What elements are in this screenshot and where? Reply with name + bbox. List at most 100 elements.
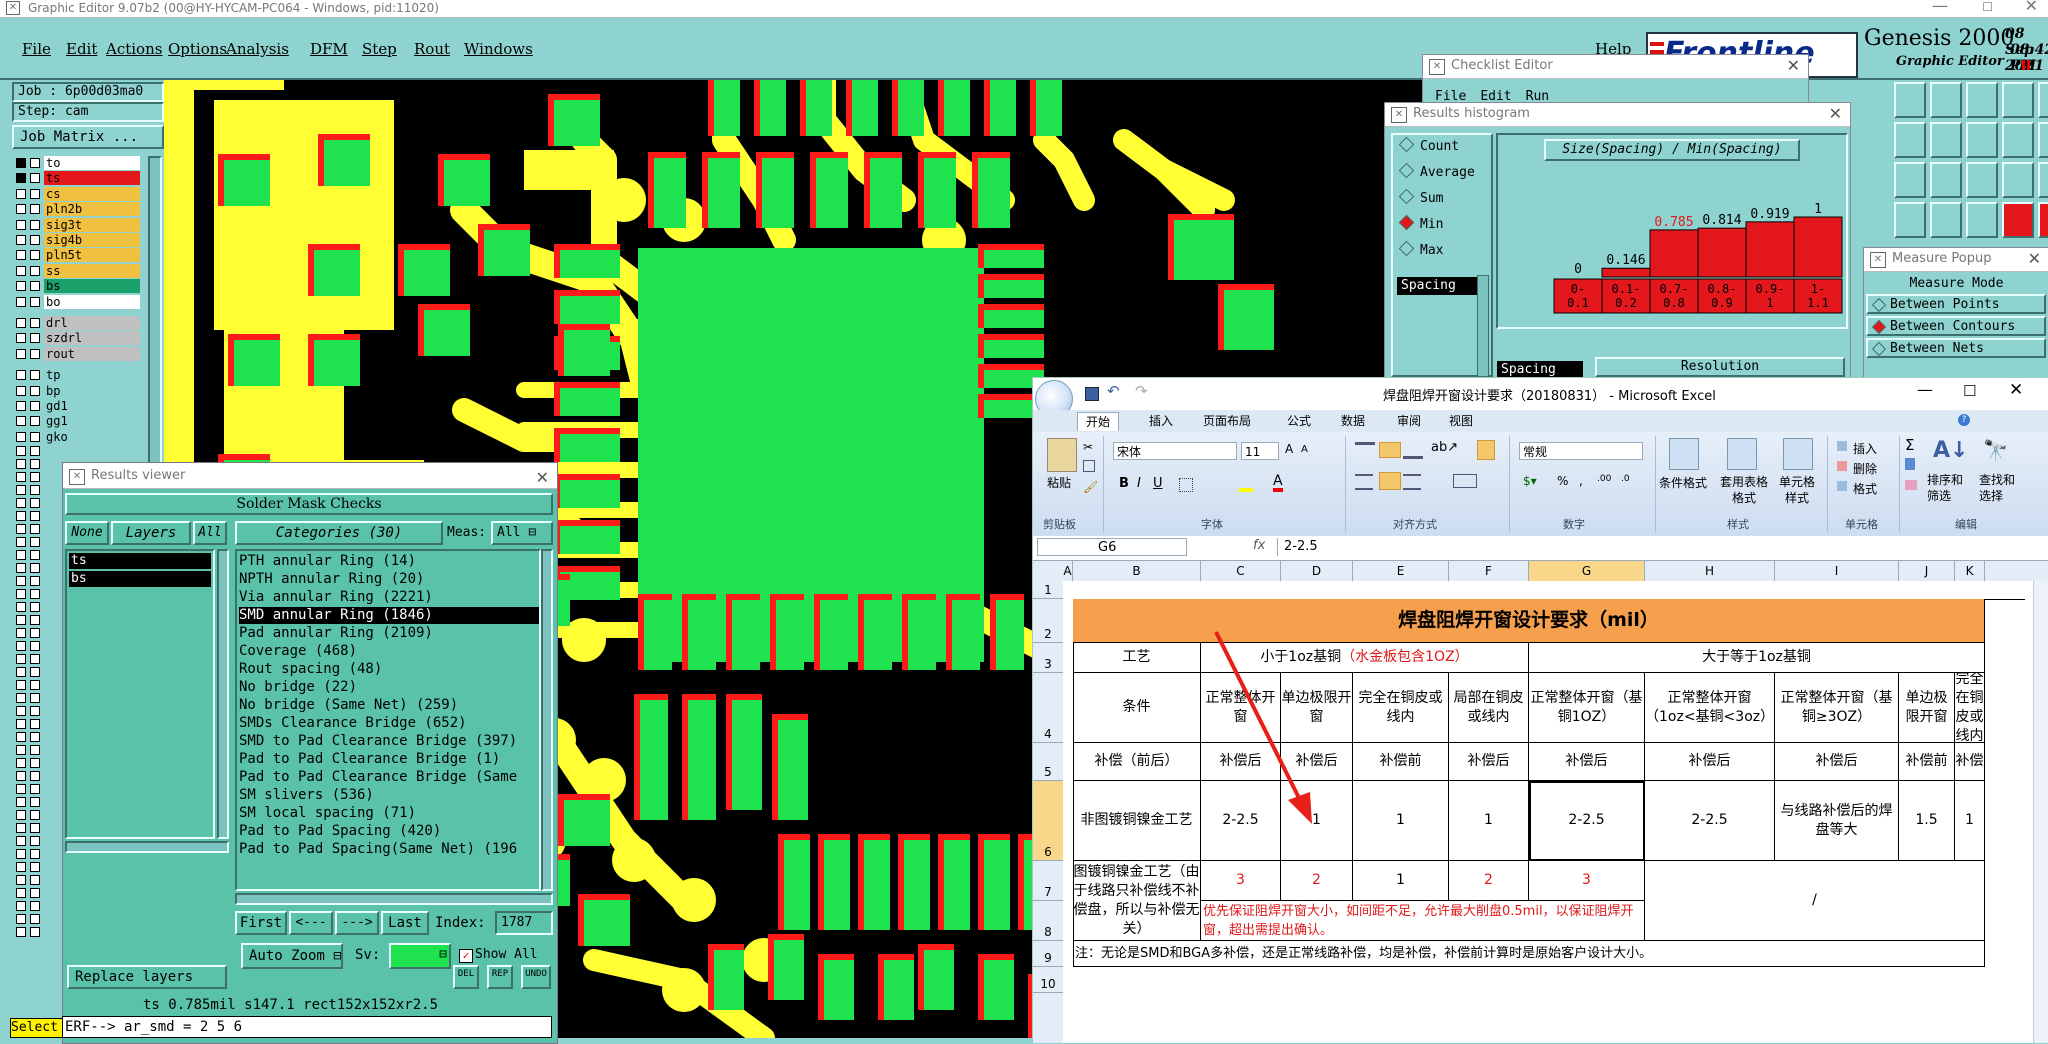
table-format-label[interactable]: 套用表格格式 xyxy=(1719,474,1769,506)
column-header[interactable]: K xyxy=(1955,561,1985,581)
align-center-icon[interactable] xyxy=(1379,472,1401,490)
layer-name[interactable]: rout xyxy=(44,346,140,361)
sort-filter-icon[interactable]: A↓ xyxy=(1933,438,1968,463)
underline-icon[interactable]: U xyxy=(1153,476,1163,491)
sheet-row6-cell[interactable]: 1 xyxy=(1955,781,1985,861)
layer-checkbox[interactable] xyxy=(16,511,26,522)
layer-result-scrollbar[interactable] xyxy=(217,549,229,839)
excel-vscroll[interactable] xyxy=(2033,581,2048,1043)
layer-checkbox[interactable] xyxy=(16,849,26,860)
toolbar-tool-icon[interactable] xyxy=(1966,122,1998,158)
sheet-row7-cell[interactable]: 3 xyxy=(1201,861,1281,901)
toolbar-tool-icon[interactable] xyxy=(1894,202,1926,238)
layer-affected-box[interactable] xyxy=(30,235,40,245)
layer-affected-box[interactable] xyxy=(30,797,40,808)
category-item[interactable]: Coverage (468) xyxy=(239,643,539,660)
layer-checkbox[interactable] xyxy=(16,446,26,457)
layer-affected-box[interactable] xyxy=(30,875,40,886)
layer-checkbox[interactable] xyxy=(16,823,26,834)
menu-file[interactable]: File xyxy=(22,40,51,58)
sheet-condition-header[interactable]: 正常整体开窗（基铜≥3OZ） xyxy=(1775,673,1899,743)
layer-row[interactable]: drl xyxy=(12,316,142,331)
layer-affected-box[interactable] xyxy=(30,732,40,743)
layer-checkbox[interactable] xyxy=(16,693,26,704)
toolbar-tool-icon[interactable] xyxy=(2038,122,2048,158)
layer-checkbox[interactable] xyxy=(16,667,26,678)
fx-icon[interactable]: fx xyxy=(1253,538,1265,553)
layer-row[interactable]: gg1 xyxy=(12,414,142,429)
row-header[interactable]: 1 xyxy=(1033,581,1063,599)
layer-checkbox[interactable] xyxy=(16,537,26,548)
layer-row[interactable]: bp xyxy=(12,383,142,399)
sheet-row6-cell[interactable]: 1.5 xyxy=(1899,781,1955,861)
layer-affected-box[interactable] xyxy=(30,576,40,587)
histogram-bar[interactable] xyxy=(1745,221,1795,278)
row-header[interactable]: 3 xyxy=(1033,643,1063,673)
layer-row[interactable]: ts xyxy=(12,171,142,186)
layer-result-bs[interactable]: bs xyxy=(69,571,211,587)
category-item[interactable]: SM local spacing (71) xyxy=(239,805,539,822)
measure-option[interactable]: Between Points xyxy=(1866,294,2046,314)
category-item[interactable]: SMD to Pad Clearance Bridge (397) xyxy=(239,733,539,750)
layer-checkbox[interactable] xyxy=(16,296,26,307)
histogram-mode-count[interactable]: Count xyxy=(1397,136,1459,159)
column-header[interactable]: J xyxy=(1899,561,1955,581)
layer-affected-box[interactable] xyxy=(30,849,40,860)
layer-checkbox[interactable] xyxy=(16,472,26,483)
histogram-mode-average[interactable]: Average xyxy=(1397,162,1475,185)
sheet-row6-cell[interactable]: 1 xyxy=(1449,781,1529,861)
layer-checkbox[interactable] xyxy=(16,810,26,821)
row-header[interactable]: 6 xyxy=(1033,781,1063,861)
layer-checkbox[interactable] xyxy=(16,862,26,873)
sheet-row7-cell[interactable]: 3 xyxy=(1529,861,1645,901)
layer-checkbox[interactable] xyxy=(16,706,26,717)
sheet-condition-label[interactable]: 条件 xyxy=(1073,673,1201,743)
layer-affected-box[interactable] xyxy=(30,719,40,730)
histogram-bar[interactable] xyxy=(1601,267,1651,278)
layer-affected-box[interactable] xyxy=(30,628,40,639)
layer-affected-box[interactable] xyxy=(30,524,40,535)
toolbar-tool-icon[interactable] xyxy=(2038,82,2048,118)
layer-checkbox[interactable] xyxy=(16,550,26,561)
name-box[interactable]: G6 xyxy=(1037,538,1187,556)
layer-checkbox[interactable] xyxy=(16,732,26,743)
layer-affected-box[interactable] xyxy=(30,823,40,834)
row-header[interactable]: 10 xyxy=(1033,967,1063,993)
sheet-row6-cell[interactable]: 1 xyxy=(1353,781,1449,861)
currency-icon[interactable]: $▾ xyxy=(1523,474,1537,488)
toolbar-tool-icon[interactable] xyxy=(1966,162,1998,198)
toolbar-tool-icon[interactable] xyxy=(2002,162,2034,198)
layer-checkbox[interactable] xyxy=(16,188,26,199)
layer-affected-box[interactable] xyxy=(30,693,40,704)
layer-affected-box[interactable] xyxy=(30,914,40,925)
layer-checkbox[interactable] xyxy=(16,158,26,168)
layer-affected-box[interactable] xyxy=(30,401,40,411)
layer-affected-box[interactable] xyxy=(30,667,40,678)
layer-checkbox[interactable] xyxy=(16,901,26,912)
align-top-icon[interactable] xyxy=(1355,442,1375,459)
layer-checkbox[interactable] xyxy=(16,875,26,886)
layer-affected-box[interactable] xyxy=(30,370,40,381)
layer-row[interactable]: bs xyxy=(12,279,142,294)
sheet-condition-header[interactable]: 完全在铜皮或线内 xyxy=(1955,673,1985,743)
layer-checkbox[interactable] xyxy=(16,385,26,396)
layer-affected-box[interactable] xyxy=(30,459,40,470)
column-header[interactable]: D xyxy=(1281,561,1353,581)
align-bottom-icon[interactable] xyxy=(1403,442,1423,459)
toolbar-tool-icon[interactable] xyxy=(1894,122,1926,158)
grow-font-icon[interactable]: A xyxy=(1285,442,1293,456)
layer-affected-box[interactable] xyxy=(30,333,40,344)
increase-decimal-icon[interactable]: .00 xyxy=(1597,474,1611,484)
sheet-slash-cell[interactable]: / xyxy=(1645,861,1985,941)
decrease-decimal-icon[interactable]: .0 xyxy=(1621,474,1630,484)
excel-maximize-icon[interactable]: ☐ xyxy=(1963,382,1976,400)
cell-style-icon[interactable] xyxy=(1783,438,1813,470)
del-icon[interactable]: DEL xyxy=(453,965,479,989)
layer-checkbox[interactable] xyxy=(16,771,26,782)
auto-zoom-dropdown[interactable]: Auto Zoom ⊟ xyxy=(241,943,343,969)
layer-row[interactable]: cs xyxy=(12,186,142,202)
toolbar-tool-icon[interactable] xyxy=(2002,122,2034,158)
row-header[interactable]: 7 xyxy=(1033,861,1063,901)
sheet-comp-cell[interactable]: 补偿后 xyxy=(1645,743,1775,781)
layer-checkbox[interactable] xyxy=(16,265,26,276)
